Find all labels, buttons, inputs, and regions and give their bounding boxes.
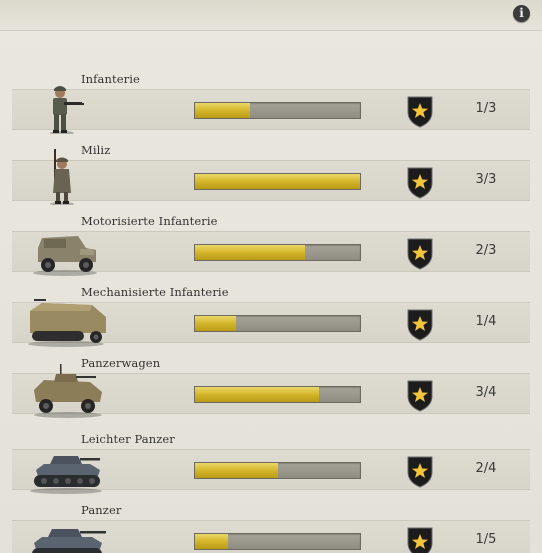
strength-bar-fill — [195, 245, 305, 260]
infantry-soldier-icon — [50, 86, 84, 134]
light-tank-icon — [30, 456, 102, 494]
strength-bar-fill — [195, 534, 228, 549]
strength-bar — [194, 315, 361, 332]
unit-count: 2/3 — [475, 243, 497, 258]
strength-bar — [194, 244, 361, 261]
unit-row-panzer[interactable]: Panzer 1/5 — [0, 503, 542, 553]
unit-count: 3/3 — [475, 172, 497, 187]
unit-count: 1/4 — [475, 314, 497, 329]
strength-bar-fill — [195, 316, 237, 331]
unit-row-mechanisierte-infanterie[interactable]: Mechanisierte Infanterie 1/4 — [0, 285, 542, 357]
rank-shield-star-icon — [407, 309, 433, 341]
unit-row-motorisierte-infanterie[interactable]: Motorisierte Infanterie 2/3 — [0, 214, 542, 286]
top-bar: i — [0, 0, 542, 31]
halftrack-icon — [28, 299, 106, 347]
jeep-icon — [33, 236, 97, 276]
unit-count: 3/4 — [475, 385, 497, 400]
strength-bar-fill — [195, 387, 319, 402]
rank-shield-star-icon — [407, 380, 433, 412]
unit-count: 2/4 — [475, 461, 497, 476]
rank-shield-star-icon — [407, 456, 433, 488]
rank-shield-star-icon — [407, 527, 433, 553]
strength-bar — [194, 462, 361, 479]
unit-count: 1/5 — [475, 532, 497, 547]
rank-shield-star-icon — [407, 238, 433, 270]
strength-bar — [194, 386, 361, 403]
strength-bar-fill — [195, 463, 278, 478]
unit-row-infanterie[interactable]: Infanterie 1/3 — [0, 72, 542, 144]
unit-count: 1/3 — [475, 101, 497, 116]
strength-bar-fill — [195, 174, 360, 189]
strength-bar — [194, 102, 361, 119]
strength-bar-fill — [195, 103, 250, 118]
unit-row-panzerwagen[interactable]: Panzerwagen 3/4 — [0, 356, 542, 428]
info-button[interactable]: i — [513, 5, 530, 22]
strength-bar — [194, 173, 361, 190]
unit-row-leichter-panzer[interactable]: Leichter Panzer 2/4 — [0, 432, 542, 504]
unit-list-panel: i Infanterie 1/3 Miliz 3/3 Motorisierte … — [0, 0, 542, 553]
militia-soldier-icon — [50, 149, 74, 205]
rank-shield-star-icon — [407, 96, 433, 128]
tank-icon — [32, 529, 106, 553]
unit-row-miliz[interactable]: Miliz 3/3 — [0, 143, 542, 215]
armored-car-icon — [34, 364, 102, 418]
strength-bar — [194, 533, 361, 550]
rank-shield-star-icon — [407, 167, 433, 199]
